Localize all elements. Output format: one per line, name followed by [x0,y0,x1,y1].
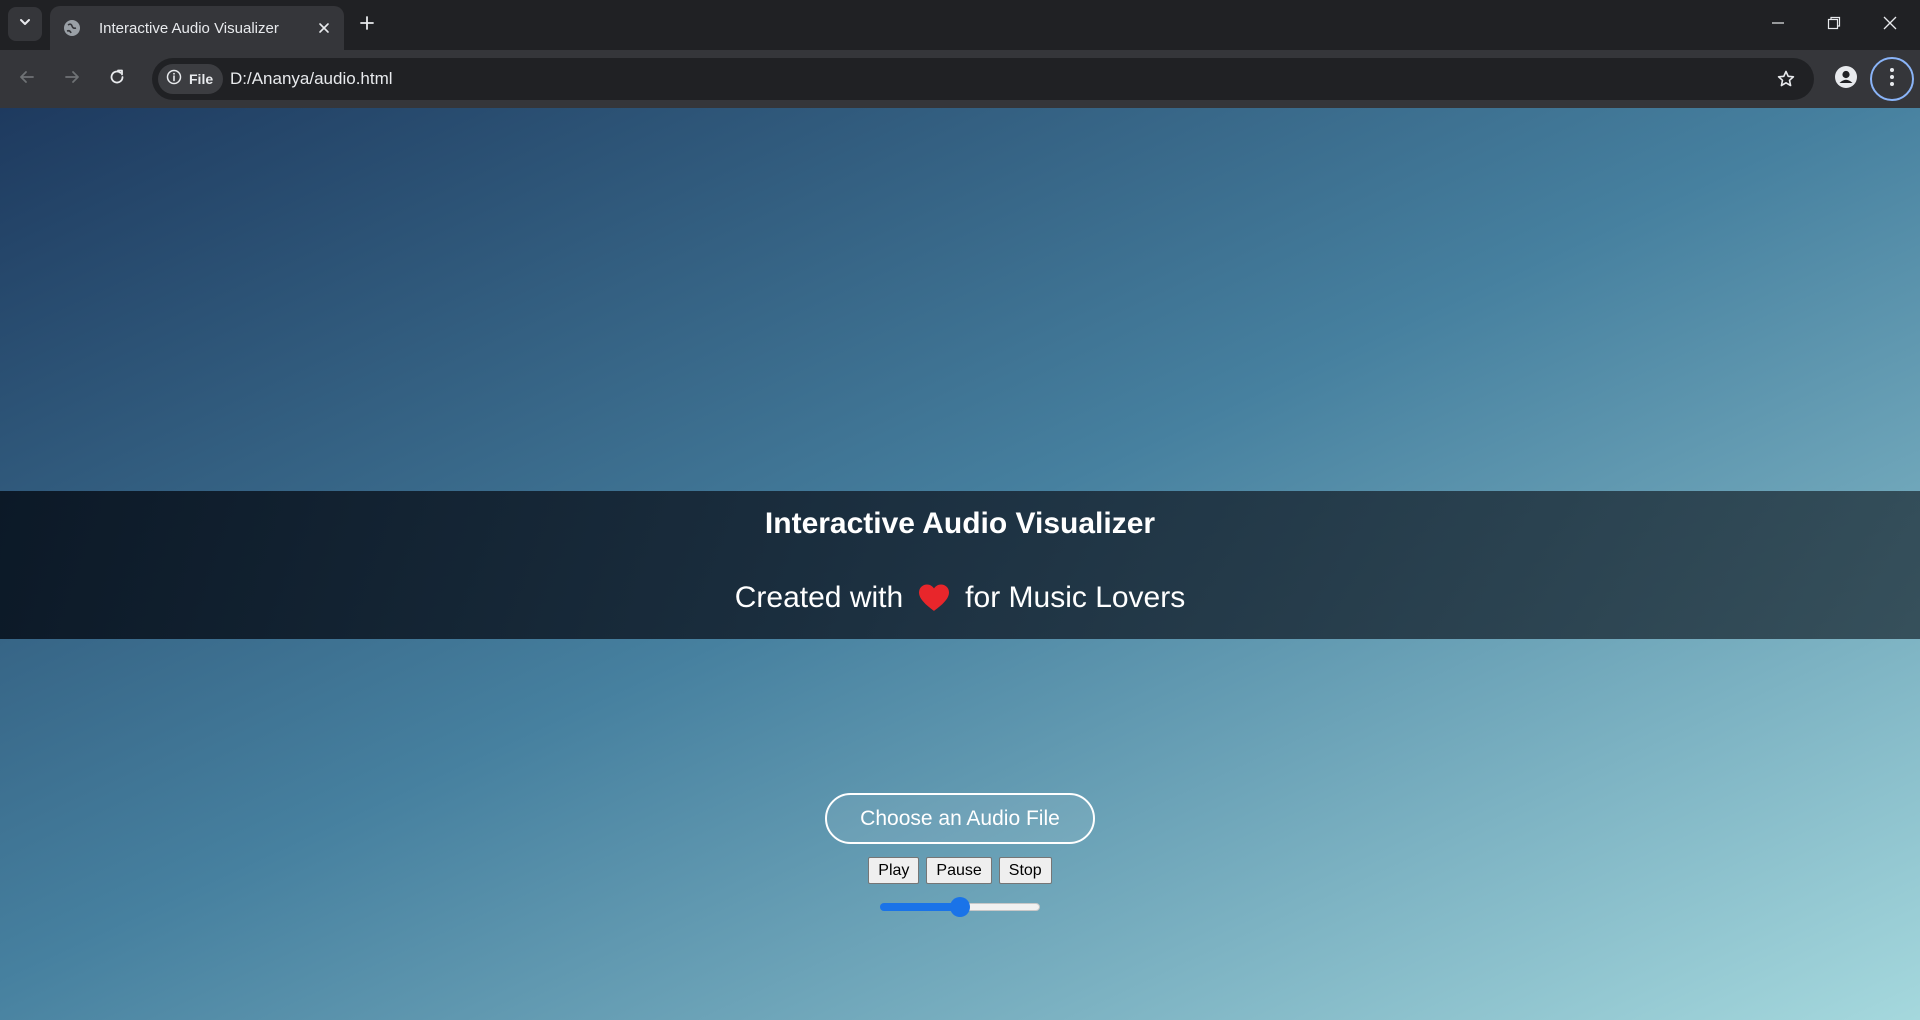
arrow-right-icon [63,68,81,91]
playback-controls: Play Pause Stop [0,857,1920,884]
globe-icon [62,18,82,38]
volume-slider-track [960,903,1040,911]
browser-menu-button[interactable] [1870,57,1914,101]
minimize-icon [1771,16,1785,35]
new-tab-button[interactable] [352,10,382,40]
title-banner: Interactive Audio Visualizer Created wit… [0,491,1920,639]
url-text[interactable]: D:/Ananya/audio.html [230,69,393,89]
bookmark-star-icon[interactable] [1774,67,1798,91]
plus-icon [359,15,375,36]
address-bar[interactable]: File D:/Ananya/audio.html [152,58,1814,100]
forward-button[interactable] [55,62,89,96]
close-icon [1883,16,1897,35]
subtitle: Created with for Music Lovers [0,581,1920,615]
chevron-down-icon [18,15,32,34]
pause-button[interactable]: Pause [926,857,992,884]
close-window-button[interactable] [1862,0,1918,50]
minimize-button[interactable] [1750,0,1806,50]
reload-button[interactable] [100,62,134,96]
choose-audio-file-button[interactable]: Choose an Audio File [825,793,1095,844]
stop-button[interactable]: Stop [998,857,1052,884]
site-info-chip[interactable]: File [158,64,224,94]
volume-slider[interactable] [880,897,1040,917]
info-icon [166,69,182,90]
close-tab-icon[interactable] [312,16,336,40]
more-vert-icon [1889,67,1895,92]
heart-icon [917,583,951,613]
profile-button[interactable] [1829,62,1863,96]
play-button[interactable]: Play [868,857,920,884]
reload-icon [108,68,126,91]
tab-strip: Interactive Audio Visualizer [0,0,1920,50]
back-button[interactable] [10,62,44,96]
restore-icon [1827,16,1841,35]
page-content: Interactive Audio Visualizer Created wit… [0,108,1920,1020]
page-title: Interactive Audio Visualizer [764,507,1156,540]
active-tab[interactable]: Interactive Audio Visualizer [50,6,344,50]
subtitle-before: Created with [734,581,904,614]
tab-search-button[interactable] [8,7,42,41]
tab-title: Interactive Audio Visualizer [99,19,279,37]
volume-slider-thumb[interactable] [950,897,970,917]
site-chip-label: File [189,71,214,87]
person-icon [1834,65,1858,94]
volume-slider-fill [880,903,960,911]
subtitle-after: for Music Lovers [965,581,1186,614]
restore-button[interactable] [1806,0,1862,50]
browser-toolbar: File D:/Ananya/audio.html [0,50,1920,108]
arrow-left-icon [18,68,36,91]
